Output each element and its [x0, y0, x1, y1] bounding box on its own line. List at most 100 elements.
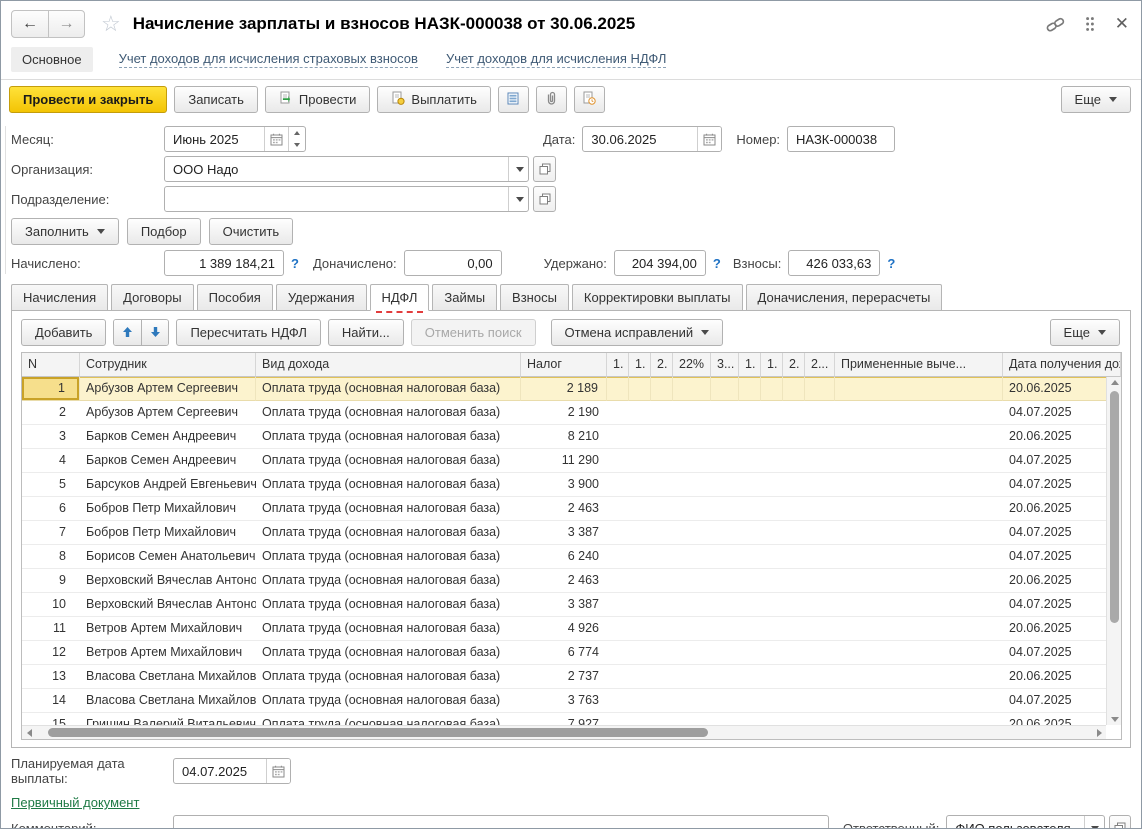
- cell-applied-deductions[interactable]: [835, 425, 1003, 449]
- cell-rate-col[interactable]: [629, 617, 651, 641]
- cell-rate-col[interactable]: [739, 377, 761, 401]
- column-header-3[interactable]: Налог: [521, 353, 607, 377]
- column-header-4[interactable]: 1.: [607, 353, 629, 377]
- table-row[interactable]: 9 Верховский Вячеслав Антоно... Оплата тру…: [22, 569, 1121, 593]
- cell-rate-col[interactable]: [783, 497, 805, 521]
- cell-rate-col[interactable]: [711, 569, 739, 593]
- cell-rate-col[interactable]: [607, 521, 629, 545]
- cell-employee[interactable]: Бобров Петр Михайлович: [80, 521, 256, 545]
- cell-row-number[interactable]: 9: [22, 569, 80, 593]
- cell-rate-col[interactable]: [673, 617, 711, 641]
- table-row[interactable]: 5 Барсуков Андрей Евгеньевич Оплата труда …: [22, 473, 1121, 497]
- cell-rate-col[interactable]: [673, 545, 711, 569]
- move-down-icon[interactable]: [141, 319, 169, 345]
- date-input[interactable]: 30.06.2025: [582, 126, 723, 152]
- cell-rate-col[interactable]: [739, 593, 761, 617]
- table-row[interactable]: 7 Бобров Петр Михайлович Оплата труда (осн…: [22, 521, 1121, 545]
- column-header-2[interactable]: Вид дохода: [256, 353, 521, 377]
- cell-rate-col[interactable]: [711, 401, 739, 425]
- cell-income-date[interactable]: 04.07.2025: [1003, 545, 1121, 569]
- cell-income-date[interactable]: 20.06.2025: [1003, 377, 1121, 401]
- chevron-down-icon[interactable]: [508, 157, 528, 181]
- cell-rate-col[interactable]: [739, 449, 761, 473]
- cell-rate-col[interactable]: [805, 473, 835, 497]
- register-records-button[interactable]: [497, 86, 529, 113]
- move-up-icon[interactable]: [114, 319, 142, 345]
- table-row[interactable]: 13 Власова Светлана Михайловна Оплата труд…: [22, 665, 1121, 689]
- column-header-13[interactable]: Примененные выче...: [835, 353, 1003, 377]
- cell-rate-col[interactable]: [761, 425, 783, 449]
- column-header-12[interactable]: 2...: [805, 353, 835, 377]
- cell-applied-deductions[interactable]: [835, 377, 1003, 401]
- find-button[interactable]: Найти...: [327, 318, 404, 346]
- nav-link-1[interactable]: Учет доходов для исчисления страховых вз…: [118, 51, 418, 68]
- cell-applied-deductions[interactable]: [835, 569, 1003, 593]
- cell-rate-col[interactable]: [607, 641, 629, 665]
- vertical-scrollbar[interactable]: [1106, 377, 1121, 725]
- cell-rate-col[interactable]: [805, 593, 835, 617]
- cell-rate-col[interactable]: [607, 497, 629, 521]
- cell-row-number[interactable]: 8: [22, 545, 80, 569]
- cell-applied-deductions[interactable]: [835, 593, 1003, 617]
- column-header-11[interactable]: 2.: [783, 353, 805, 377]
- cell-tax[interactable]: 3 900: [521, 473, 607, 497]
- horizontal-scrollbar[interactable]: [22, 725, 1106, 739]
- cell-row-number[interactable]: 7: [22, 521, 80, 545]
- additional-field[interactable]: 0,00: [403, 250, 502, 276]
- cell-rate-col[interactable]: [739, 545, 761, 569]
- cell-income-type[interactable]: Оплата труда (основная налоговая база): [256, 545, 521, 569]
- table-row[interactable]: 14 Власова Светлана Михайловна Оплата труд…: [22, 689, 1121, 713]
- cell-rate-col[interactable]: [761, 689, 783, 713]
- cell-rate-col[interactable]: [711, 449, 739, 473]
- nav-tab-main[interactable]: Основное: [11, 46, 93, 72]
- cell-income-type[interactable]: Оплата труда (основная налоговая база): [256, 665, 521, 689]
- cell-rate-col[interactable]: [629, 377, 651, 401]
- cell-rate-col[interactable]: [805, 449, 835, 473]
- scroll-right-icon[interactable]: [1097, 729, 1102, 737]
- cell-income-date[interactable]: 20.06.2025: [1003, 569, 1121, 593]
- withheld-help-link[interactable]: ?: [713, 256, 721, 271]
- column-header-1[interactable]: Сотрудник: [80, 353, 256, 377]
- cell-rate-col[interactable]: [673, 665, 711, 689]
- cell-applied-deductions[interactable]: [835, 473, 1003, 497]
- column-header-0[interactable]: N: [22, 353, 80, 377]
- cell-employee[interactable]: Власова Светлана Михайловна: [80, 665, 256, 689]
- cell-income-date[interactable]: 04.07.2025: [1003, 449, 1121, 473]
- cell-rate-col[interactable]: [761, 545, 783, 569]
- cell-applied-deductions[interactable]: [835, 545, 1003, 569]
- cell-rate-col[interactable]: [783, 665, 805, 689]
- cell-rate-col[interactable]: [607, 569, 629, 593]
- clear-button[interactable]: Очистить: [208, 217, 294, 245]
- cell-rate-col[interactable]: [805, 545, 835, 569]
- month-input[interactable]: Июнь 2025: [164, 126, 306, 152]
- cell-rate-col[interactable]: [711, 473, 739, 497]
- cell-employee[interactable]: Верховский Вячеслав Антоно...: [80, 593, 256, 617]
- cell-rate-col[interactable]: [739, 641, 761, 665]
- cell-rate-col[interactable]: [805, 665, 835, 689]
- post-button[interactable]: Провести: [264, 86, 371, 113]
- cell-applied-deductions[interactable]: [835, 617, 1003, 641]
- cell-rate-col[interactable]: [783, 617, 805, 641]
- cell-rate-col[interactable]: [761, 521, 783, 545]
- cell-tax[interactable]: 3 763: [521, 689, 607, 713]
- document-history-button[interactable]: [573, 86, 605, 113]
- cell-rate-col[interactable]: [629, 521, 651, 545]
- cell-employee[interactable]: Власова Светлана Михайловна: [80, 689, 256, 713]
- cell-rate-col[interactable]: [805, 425, 835, 449]
- cell-rate-col[interactable]: [783, 401, 805, 425]
- cell-income-type[interactable]: Оплата труда (основная налоговая база): [256, 569, 521, 593]
- cell-income-type[interactable]: Оплата труда (основная налоговая база): [256, 521, 521, 545]
- comment-input[interactable]: [173, 815, 829, 828]
- tab-Займы[interactable]: Займы: [432, 284, 498, 311]
- column-header-8[interactable]: 3...: [711, 353, 739, 377]
- cancel-search-button[interactable]: Отменить поиск: [410, 318, 536, 346]
- scroll-down-icon[interactable]: [1111, 717, 1119, 722]
- cell-employee[interactable]: Верховский Вячеслав Антоно...: [80, 569, 256, 593]
- number-input[interactable]: НАЗК-000038: [787, 126, 896, 152]
- cell-rate-col[interactable]: [739, 617, 761, 641]
- cell-rate-col[interactable]: [761, 377, 783, 401]
- table-row[interactable]: 3 Барков Семен Андреевич Оплата труда (осн…: [22, 425, 1121, 449]
- cell-tax[interactable]: 8 210: [521, 425, 607, 449]
- cell-tax[interactable]: 11 290: [521, 449, 607, 473]
- cell-rate-col[interactable]: [761, 665, 783, 689]
